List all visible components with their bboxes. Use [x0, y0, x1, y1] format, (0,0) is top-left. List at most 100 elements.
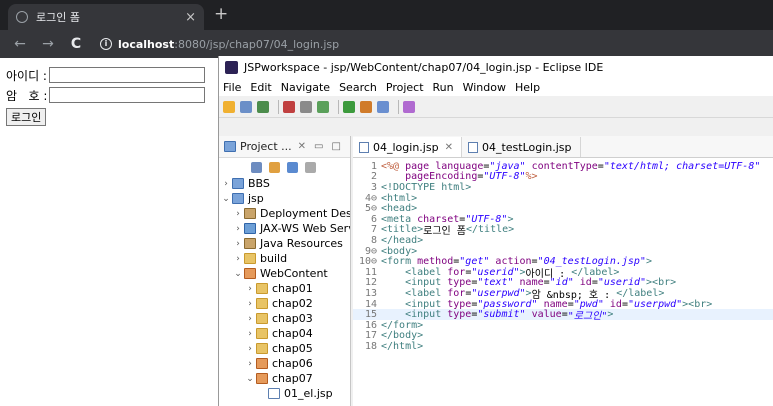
address-bar[interactable]: i localhost:8080/jsp/chap07/04_login.jsp: [100, 38, 339, 51]
userid-input[interactable]: [48, 67, 205, 83]
tree-item[interactable]: › chap06: [219, 356, 350, 371]
browser-tab[interactable]: 로그인 폼 ×: [8, 4, 204, 30]
tree-item[interactable]: › chap04: [219, 326, 350, 341]
toolbar-icon[interactable]: [240, 100, 252, 113]
code-line[interactable]: 3 <!DOCTYPE html>: [353, 182, 773, 193]
tree-item[interactable]: › Deployment Desc: [219, 206, 350, 221]
menu-project[interactable]: Project: [386, 81, 424, 94]
twisty-icon[interactable]: ›: [221, 179, 231, 189]
forward-button[interactable]: →: [38, 36, 58, 52]
minimize-icon[interactable]: ▭: [314, 141, 323, 152]
toolbar-icon[interactable]: [223, 100, 235, 113]
collapse-all-icon[interactable]: [251, 161, 262, 173]
code-area[interactable]: 1 <%@ page language = "java" contentType = "t…: [353, 158, 773, 352]
toolbar-icon[interactable]: [377, 100, 389, 113]
code-line[interactable]: 18 </html>: [353, 341, 773, 352]
tree-item[interactable]: › chap02: [219, 296, 350, 311]
twisty-icon[interactable]: ›: [245, 329, 255, 339]
line-number: 18: [364, 340, 377, 352]
editor-tab[interactable]: 04_testLogin.jsp: [462, 137, 581, 157]
twisty-icon[interactable]: ⌄: [233, 269, 243, 279]
globe-icon: [16, 11, 28, 23]
code-token: "password": [477, 298, 538, 310]
code-line[interactable]: 5⊖ <head>: [353, 203, 773, 214]
tree-item[interactable]: ⌄ jsp: [219, 191, 350, 206]
link-editor-icon[interactable]: [269, 161, 280, 173]
code-line[interactable]: 4⊖ <html>: [353, 193, 773, 204]
code-token: </form>: [381, 319, 424, 331]
toolbar-icon[interactable]: [360, 100, 372, 113]
tree-item[interactable]: › BBS: [219, 176, 350, 191]
toolbar-icon[interactable]: [257, 100, 269, 113]
twisty-icon[interactable]: ›: [245, 284, 255, 294]
code-line[interactable]: 15 <input type = "submit" value = "로그인" >: [353, 309, 773, 322]
close-tab-icon[interactable]: ×: [185, 10, 196, 25]
editor-tab[interactable]: 04_login.jsp ✕: [353, 137, 462, 157]
web-icon: [256, 373, 268, 384]
code-line[interactable]: 11 <label for = "userid" > 아이디 : </label>: [353, 266, 773, 280]
twisty-icon[interactable]: ⌄: [221, 194, 231, 204]
toolbar-icon[interactable]: [343, 100, 355, 113]
code-token: type: [447, 277, 472, 289]
twisty-icon[interactable]: ⌄: [245, 374, 255, 384]
menu-file[interactable]: File: [223, 81, 241, 94]
twisty-icon[interactable]: ›: [245, 314, 255, 324]
tree-item[interactable]: › build: [219, 251, 350, 266]
tree-item[interactable]: › chap01: [219, 281, 350, 296]
code-line[interactable]: 17 </body>: [353, 330, 773, 341]
menu-search[interactable]: Search: [339, 81, 377, 94]
twisty-icon[interactable]: ›: [245, 359, 255, 369]
new-tab-button[interactable]: +: [214, 4, 228, 24]
code-line[interactable]: 2 pageEncoding = "UTF-8" %>: [353, 171, 773, 183]
maximize-icon[interactable]: □: [331, 141, 340, 152]
tree-item[interactable]: ⌄ WebContent: [219, 266, 350, 281]
tree-item[interactable]: › chap05: [219, 341, 350, 356]
code-line[interactable]: 1 <%@ page language = "java" contentType = "t…: [353, 161, 773, 172]
code-line[interactable]: 13 <label for = "userpwd" > 암 &nbsp; 호 : </l…: [353, 288, 773, 301]
code-line[interactable]: 7 <title> 로그인 폼 </title>: [353, 224, 773, 237]
jsp-file-icon: [359, 141, 369, 153]
menu-edit[interactable]: Edit: [250, 81, 271, 94]
close-tab-icon[interactable]: ✕: [445, 142, 453, 153]
twisty-icon[interactable]: ›: [245, 344, 255, 354]
code-token: <input: [405, 277, 448, 289]
twisty-icon[interactable]: ›: [233, 224, 243, 234]
tree-item-label: Java Resources: [260, 237, 343, 250]
back-button[interactable]: ←: [10, 36, 30, 52]
tree-item[interactable]: › JAX-WS Web Serv: [219, 221, 350, 236]
close-view-icon[interactable]: ✕: [298, 141, 306, 152]
code-token: </label>: [571, 266, 620, 278]
explorer-title[interactable]: Project ...: [240, 140, 292, 153]
code-line[interactable]: 16 </form>: [353, 320, 773, 331]
code-token: %>: [525, 171, 538, 183]
twisty-icon[interactable]: ›: [233, 209, 243, 219]
twisty-icon[interactable]: ›: [233, 254, 243, 264]
reload-button[interactable]: C: [66, 36, 86, 52]
toolbar-icon[interactable]: [300, 100, 312, 113]
tree-item[interactable]: ⌄ chap07: [219, 371, 350, 386]
userpwd-input[interactable]: [49, 87, 206, 103]
code-line[interactable]: 14 <input type = "password" name = "pwd" id =…: [353, 299, 773, 310]
twisty-icon[interactable]: ›: [245, 299, 255, 309]
menu-run[interactable]: Run: [433, 81, 454, 94]
code-line[interactable]: 9⊖ <body>: [353, 246, 773, 257]
code-line[interactable]: 6 <meta charset = "UTF-8" >: [353, 214, 773, 225]
toolbar-icon[interactable]: [403, 100, 415, 113]
view-menu-icon[interactable]: [305, 161, 316, 173]
userid-label: 아이디 :: [6, 68, 47, 83]
tree-item[interactable]: 01_el.jsp: [219, 386, 350, 401]
login-button[interactable]: 로그인: [6, 108, 47, 126]
menu-help[interactable]: Help: [515, 81, 540, 94]
filter-icon[interactable]: [287, 161, 298, 173]
info-icon[interactable]: i: [100, 38, 112, 50]
tree-item[interactable]: › Java Resources: [219, 236, 350, 251]
menu-window[interactable]: Window: [463, 81, 506, 94]
toolbar-icon[interactable]: [317, 100, 329, 113]
toolbar-icon[interactable]: [283, 100, 295, 113]
code-line[interactable]: 8 </head>: [353, 235, 773, 246]
twisty-icon[interactable]: ›: [233, 239, 243, 249]
tree-item[interactable]: › chap03: [219, 311, 350, 326]
code-token: "get": [459, 256, 490, 268]
menu-navigate[interactable]: Navigate: [281, 81, 330, 94]
